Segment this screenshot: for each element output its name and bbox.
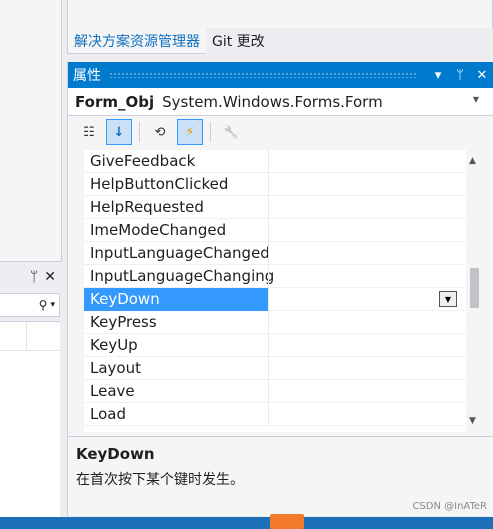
title-grip[interactable] [109, 72, 417, 78]
grid-margin [68, 150, 84, 432]
object-type: System.Windows.Forms.Form [162, 92, 383, 111]
left-list [0, 321, 60, 517]
column-divider [268, 242, 269, 265]
column-divider [268, 288, 269, 311]
event-row[interactable]: KeyUp [84, 334, 470, 357]
column-divider [268, 173, 269, 196]
left-tool-window: ᛘ ✕ ⚲ ▾ [0, 262, 62, 517]
object-name: Form_Obj [75, 92, 155, 111]
event-row[interactable]: HelpRequested [84, 196, 470, 219]
pin-icon[interactable]: ᛘ [449, 68, 471, 83]
categorized-button[interactable]: ☷ [76, 119, 102, 145]
pin-icon[interactable]: ᛘ [30, 269, 38, 285]
column-divider [268, 265, 269, 288]
event-name: KeyUp [90, 336, 138, 354]
tool-window-tabs: 解决方案资源管理器 Git 更改 [67, 28, 271, 54]
tab-solution-explorer[interactable]: 解决方案资源管理器 [67, 28, 206, 54]
event-row[interactable]: GiveFeedback [84, 150, 470, 173]
alphabetical-button[interactable]: ↓ [106, 119, 132, 145]
left-editor-area [0, 0, 62, 262]
column-divider [268, 196, 269, 219]
alphabetical-icon: ↓ [113, 124, 125, 140]
properties-button[interactable]: ⟲ [147, 119, 173, 145]
search-icon[interactable]: ⚲ [39, 298, 48, 312]
left-tool-window-header: ᛘ ✕ [0, 262, 62, 292]
properties-title-bar[interactable]: 属性 ▾ ᛘ ✕ [68, 62, 493, 88]
event-row[interactable]: KeyDown ▼ [84, 288, 470, 311]
scroll-down-icon[interactable]: ▼ [469, 416, 476, 426]
event-name: KeyPress [90, 313, 157, 331]
event-row[interactable]: KeyPress [84, 311, 470, 334]
chevron-down-icon[interactable]: ▾ [50, 300, 55, 310]
event-name: KeyDown [84, 288, 268, 311]
scroll-up-icon[interactable]: ▲ [469, 156, 476, 166]
column-divider [268, 334, 269, 357]
categorized-icon: ☷ [83, 124, 95, 140]
column-divider [268, 219, 269, 242]
properties-window: 属性 ▾ ᛘ ✕ Form_Obj System.Windows.Forms.F… [67, 62, 493, 516]
property-pages-button[interactable]: 🔧 [218, 119, 244, 145]
properties-icon: ⟲ [154, 124, 166, 140]
column-divider [26, 322, 27, 350]
event-name: ImeModeChanged [90, 221, 227, 239]
left-search-input[interactable]: ⚲ ▾ [0, 293, 60, 317]
event-name: InputLanguageChanged [90, 244, 270, 262]
event-name: Layout [90, 359, 141, 377]
event-name: Load [90, 405, 126, 423]
properties-toolbar: ☷ ↓ ⟲ ⚡ 🔧 [68, 116, 493, 148]
event-row[interactable]: InputLanguageChanged [84, 242, 470, 265]
column-divider [268, 380, 269, 403]
solution-explorer-panel [67, 0, 493, 28]
property-pages-icon: 🔧 [223, 125, 239, 139]
ime-icon[interactable] [270, 514, 304, 529]
description-text: 在首次按下某个键时发生。 [76, 472, 244, 488]
taskbar [0, 514, 493, 529]
event-name: InputLanguageChanging [90, 267, 275, 285]
properties-title: 属性 [73, 68, 101, 84]
event-name: GiveFeedback [90, 152, 196, 170]
window-position-dropdown-icon[interactable]: ▾ [427, 68, 449, 83]
tab-git-changes[interactable]: Git 更改 [206, 28, 271, 54]
column-divider [268, 311, 269, 334]
event-name: Leave [90, 382, 135, 400]
event-row[interactable]: HelpButtonClicked [84, 173, 470, 196]
handler-dropdown-button[interactable]: ▼ [439, 291, 457, 307]
column-divider [268, 357, 269, 380]
toolbar-separator [210, 122, 211, 142]
toolbar-separator [139, 122, 140, 142]
row-divider [0, 350, 60, 351]
event-name: HelpButtonClicked [90, 175, 229, 193]
scroll-thumb[interactable] [470, 268, 479, 308]
event-row[interactable]: ImeModeChanged [84, 219, 470, 242]
events-icon: ⚡ [185, 124, 195, 140]
close-icon[interactable]: ✕ [471, 68, 493, 83]
event-row[interactable]: Load [84, 403, 470, 426]
chevron-down-icon[interactable]: ▼ [473, 95, 479, 104]
description-title: KeyDown [76, 445, 155, 463]
column-divider [268, 150, 269, 173]
event-row[interactable]: InputLanguageChanging [84, 265, 470, 288]
grid-scrollbar[interactable]: ▲ ▼ [466, 150, 483, 432]
event-row[interactable]: Leave [84, 380, 470, 403]
events-grid: GiveFeedback HelpButtonClicked HelpRequest… [84, 150, 470, 432]
close-icon[interactable]: ✕ [44, 269, 56, 285]
column-divider [268, 403, 269, 426]
event-row[interactable]: Layout [84, 357, 470, 380]
events-button[interactable]: ⚡ [177, 119, 203, 145]
object-selector[interactable]: Form_Obj System.Windows.Forms.Form ▼ [68, 88, 493, 116]
event-name: HelpRequested [90, 198, 204, 216]
watermark: CSDN @InATeR [412, 501, 487, 512]
